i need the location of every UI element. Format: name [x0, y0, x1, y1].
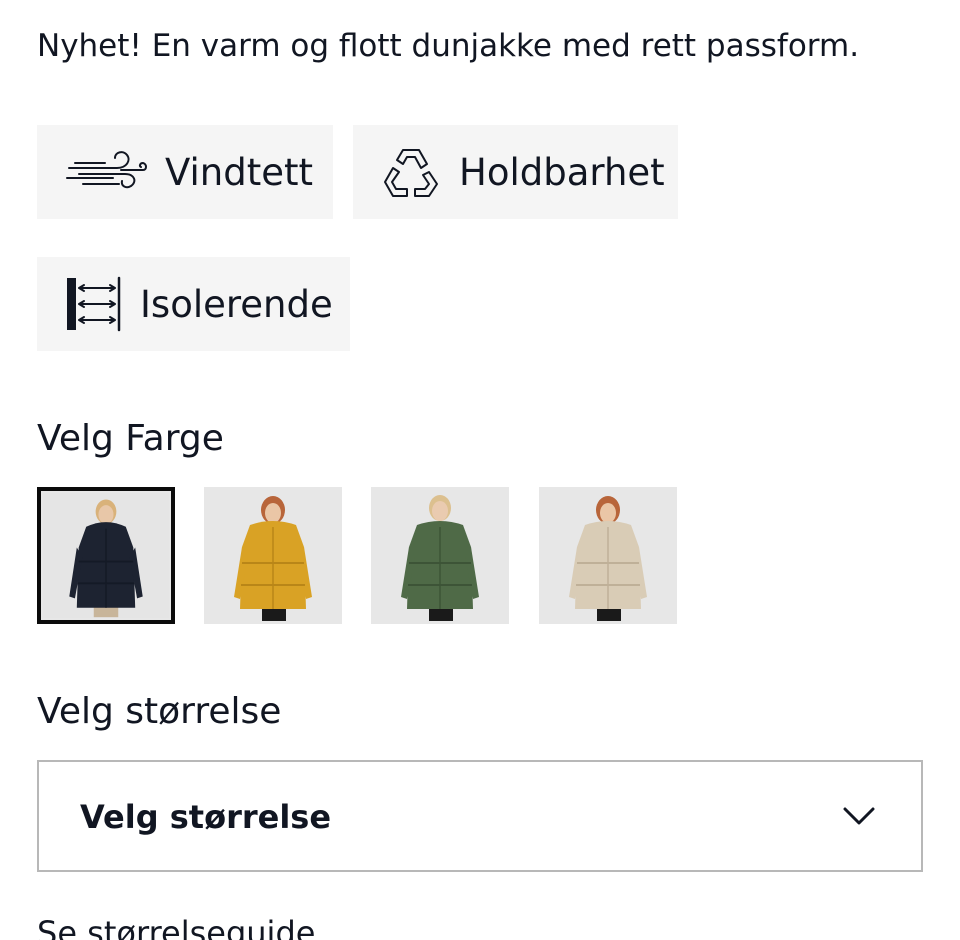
feature-insulating: Isolerende: [37, 257, 350, 351]
green-jacket-thumbnail: [401, 495, 479, 621]
size-picker-label: Velg størrelse: [37, 691, 282, 732]
beige-jacket-thumbnail: [569, 496, 647, 621]
product-intro: Nyhet! En varm og flott dunjakke med ret…: [37, 28, 860, 64]
recycle-icon: [381, 144, 441, 200]
color-option-green[interactable]: [371, 487, 509, 624]
size-select-value: Velg størrelse: [80, 798, 332, 836]
color-picker-label: Velg Farge: [37, 418, 224, 459]
insulation-icon: [65, 276, 123, 332]
feature-windproof: Vindtett: [37, 125, 333, 219]
color-option-navy[interactable]: [37, 487, 175, 624]
size-select[interactable]: Velg størrelse: [37, 760, 923, 872]
chevron-down-icon: [843, 806, 875, 830]
feature-durability: Holdbarhet: [353, 125, 678, 219]
wind-icon: [65, 144, 147, 200]
color-option-mustard[interactable]: [204, 487, 342, 624]
feature-label: Vindtett: [165, 150, 313, 194]
size-guide-link[interactable]: Se størrelseguide: [37, 914, 315, 940]
mustard-jacket-thumbnail: [234, 496, 312, 621]
feature-label: Isolerende: [140, 282, 333, 326]
feature-label: Holdbarhet: [459, 150, 665, 194]
navy-jacket-thumbnail: [69, 499, 143, 618]
color-option-beige[interactable]: [539, 487, 677, 624]
